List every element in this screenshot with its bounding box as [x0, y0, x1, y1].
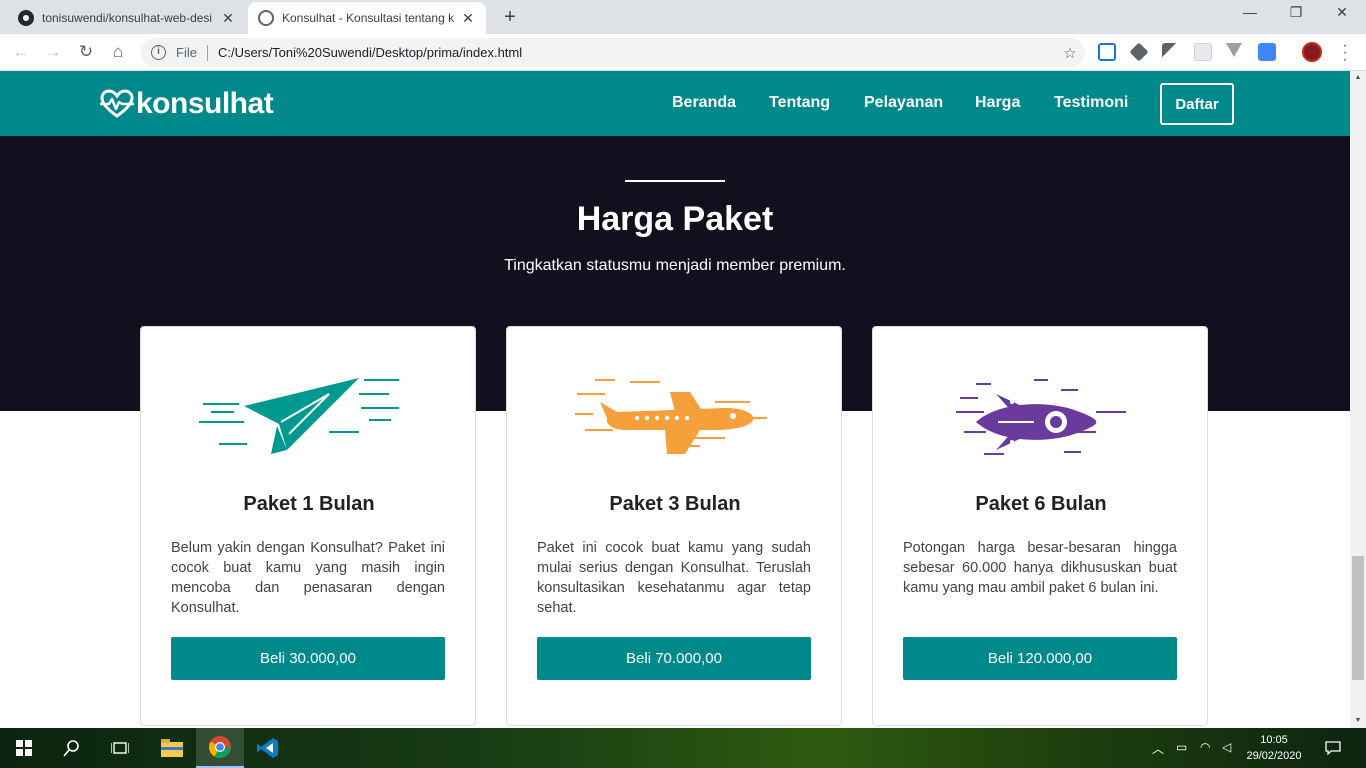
windows-start-icon[interactable]: [0, 728, 48, 768]
bookmark-star-icon[interactable]: ☆: [1055, 44, 1085, 62]
extension-crop-icon[interactable]: [1098, 43, 1116, 61]
pricing-card-3-months: Paket 3 Bulan Paket ini cocok buat kamu …: [506, 326, 842, 726]
omnibox-divider: [206, 44, 208, 61]
airplane-icon: [507, 372, 843, 462]
browser-toolbar: ← → ↻ ⌂ i File C:/Users/Toni%20Suwendi/D…: [0, 34, 1366, 71]
back-button[interactable]: ←: [10, 41, 32, 63]
plan-title: Paket 3 Bulan: [609, 493, 741, 515]
buy-button-1-month[interactable]: Beli 30.000,00: [171, 637, 445, 680]
extension-grid-icon[interactable]: [1194, 43, 1212, 61]
reload-button[interactable]: ↻: [75, 41, 97, 63]
buy-button-6-months[interactable]: Beli 120.000,00: [903, 637, 1177, 680]
close-window-button[interactable]: ✕: [1320, 4, 1364, 21]
search-icon[interactable]: [48, 728, 96, 768]
wifi-icon[interactable]: ◠: [1200, 740, 1210, 754]
nav-link-harga[interactable]: Harga: [975, 94, 1020, 112]
plan-description: Paket ini cocok buat kamu yang sudah mul…: [537, 540, 811, 616]
plan-title: Paket 1 Bulan: [243, 493, 375, 515]
browser-tab-strip: tonisuwendi/konsulhat-web-desi ✕ Konsulh…: [0, 0, 1366, 34]
rocket-icon: [873, 372, 1209, 462]
extension-eyedropper-icon[interactable]: [1162, 43, 1180, 61]
browser-tab-konsulhat[interactable]: Konsulhat - Konsultasi tentang ke ✕: [248, 2, 486, 34]
new-tab-button[interactable]: +: [499, 6, 521, 29]
profile-avatar[interactable]: [1302, 42, 1322, 62]
plan-title: Paket 6 Bulan: [975, 493, 1107, 515]
nav-link-tentang[interactable]: Tentang: [769, 94, 830, 112]
page-viewport: konsulhat Beranda Tentang Pelayanan Harg…: [0, 71, 1350, 728]
nav-link-testimoni[interactable]: Testimoni: [1054, 94, 1128, 112]
site-navbar: konsulhat Beranda Tentang Pelayanan Harg…: [0, 71, 1350, 136]
plan-description: Belum yakin dengan Konsulhat? Paket ini …: [171, 540, 445, 616]
pricing-card-1-month: Paket 1 Bulan Belum yakin dengan Konsulh…: [140, 326, 476, 726]
title-underline-decoration: [625, 180, 725, 182]
heart-pulse-icon: [100, 89, 134, 118]
address-bar[interactable]: i File C:/Users/Toni%20Suwendi/Desktop/p…: [141, 38, 1085, 67]
url-text[interactable]: C:/Users/Toni%20Suwendi/Desktop/prima/in…: [218, 45, 1055, 60]
section-title: Harga Paket: [576, 200, 774, 238]
minimize-button[interactable]: —: [1228, 4, 1272, 20]
browser-tab-github[interactable]: tonisuwendi/konsulhat-web-desi ✕: [8, 2, 246, 34]
scroll-up-icon[interactable]: ▲: [1350, 71, 1366, 85]
file-explorer-icon[interactable]: [148, 728, 196, 768]
tab-title: tonisuwendi/konsulhat-web-desi: [42, 11, 213, 25]
pricing-card-6-months: Paket 6 Bulan Potongan harga besar-besar…: [872, 326, 1208, 726]
system-clock[interactable]: 10:05 29/02/2020: [1244, 732, 1304, 764]
chrome-menu-icon[interactable]: · · ·: [1340, 38, 1350, 68]
globe-icon: [258, 10, 274, 26]
close-tab-icon[interactable]: ✕: [220, 10, 236, 27]
notification-center-icon[interactable]: [1310, 728, 1356, 768]
buy-button-3-months[interactable]: Beli 70.000,00: [537, 637, 811, 680]
tray-chevron-up-icon[interactable]: ︿: [1152, 740, 1164, 757]
nav-link-pelayanan[interactable]: Pelayanan: [864, 94, 943, 112]
info-icon[interactable]: i: [151, 45, 166, 60]
scrollbar-thumb[interactable]: [1352, 556, 1364, 680]
nav-link-beranda[interactable]: Beranda: [672, 94, 736, 112]
github-icon: [18, 10, 34, 26]
restore-button[interactable]: ❐: [1274, 4, 1318, 21]
forward-button[interactable]: →: [42, 41, 64, 63]
extension-translate-icon[interactable]: [1258, 43, 1276, 61]
page-scrollbar[interactable]: ▲ ▼: [1350, 71, 1366, 728]
home-button[interactable]: ⌂: [107, 41, 129, 63]
extension-vue-icon[interactable]: [1226, 43, 1242, 57]
brand-name: konsulhat: [136, 87, 274, 120]
volume-icon[interactable]: ◁: [1222, 740, 1231, 754]
clock-date: 29/02/2020: [1246, 750, 1302, 762]
battery-icon[interactable]: ▭: [1176, 740, 1187, 754]
plan-description: Potongan harga besar-besaran hingga sebe…: [903, 540, 1177, 596]
task-view-icon[interactable]: [96, 728, 144, 768]
vscode-icon[interactable]: [244, 728, 292, 768]
section-subtitle: Tingkatkan statusmu menjadi member premi…: [504, 257, 846, 274]
brand-logo[interactable]: konsulhat: [100, 86, 274, 122]
file-label: File: [176, 45, 197, 60]
chrome-taskbar-icon[interactable]: [196, 728, 244, 768]
extension-layers-icon[interactable]: [1129, 42, 1149, 62]
scroll-down-icon[interactable]: ▼: [1350, 714, 1366, 728]
tab-title: Konsulhat - Konsultasi tentang ke: [282, 11, 454, 25]
clock-time: 10:05: [1260, 734, 1288, 746]
paper-plane-icon: [141, 372, 477, 462]
windows-taskbar: ︿ ▭ ◠ ◁ 10:05 29/02/2020: [0, 728, 1366, 768]
close-tab-icon[interactable]: ✕: [460, 10, 476, 27]
register-button[interactable]: Daftar: [1160, 83, 1234, 125]
